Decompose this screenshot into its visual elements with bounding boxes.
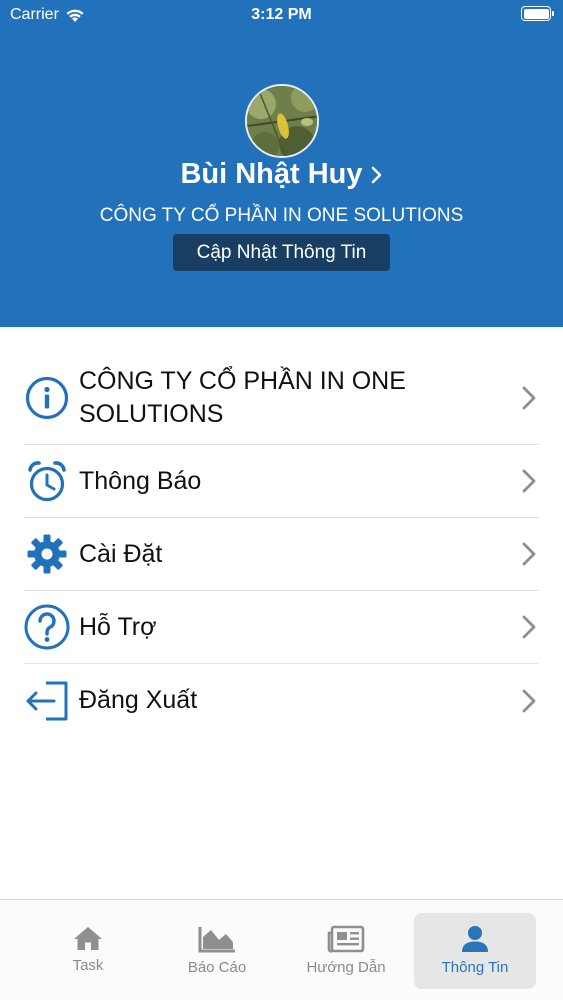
menu-item-notifications[interactable]: Thông Báo xyxy=(24,445,539,518)
battery-icon xyxy=(521,6,554,21)
chevron-right-icon xyxy=(522,689,536,712)
user-icon xyxy=(462,926,488,952)
status-time: 3:12 PM xyxy=(251,6,312,23)
menu-item-settings[interactable]: Cài Đặt xyxy=(24,518,539,591)
update-info-button[interactable]: Cập Nhật Thông Tin xyxy=(173,234,390,271)
menu-item-support[interactable]: Hỗ Trợ xyxy=(24,591,539,664)
area-chart-icon xyxy=(198,927,235,953)
menu-item-logout[interactable]: Đăng Xuất xyxy=(24,664,539,737)
tab-label: Thông Tin xyxy=(441,959,509,976)
tab-bar: Task Báo Cáo Hướng Dẫn Thông Tin xyxy=(0,899,563,1000)
menu-item-label: Thông Báo xyxy=(79,466,202,495)
gear-icon xyxy=(24,531,70,577)
menu-item-company[interactable]: CÔNG TY CỔ PHẦN IN ONE SOLUTIONS xyxy=(24,352,539,445)
chevron-right-icon xyxy=(522,469,536,493)
chevron-right-icon xyxy=(522,386,536,410)
newspaper-icon xyxy=(327,925,365,953)
home-icon xyxy=(74,927,102,950)
info-icon xyxy=(24,375,70,421)
avatar[interactable] xyxy=(245,84,319,158)
profile-name: Bùi Nhật Huy xyxy=(180,158,363,190)
menu-item-label: CÔNG TY CỔ PHẦN IN ONE SOLUTIONS xyxy=(79,367,406,428)
tab-label: Hướng Dẫn xyxy=(306,959,386,976)
tab-label: Báo Cáo xyxy=(187,959,247,976)
profile-company: CÔNG TY CỔ PHẦN IN ONE SOLUTIONS xyxy=(99,205,464,226)
menu-item-label: Hỗ Trợ xyxy=(79,612,157,641)
settings-menu: CÔNG TY CỔ PHẦN IN ONE SOLUTIONS Thông B… xyxy=(0,352,563,737)
question-icon xyxy=(24,604,70,650)
menu-item-label: Cài Đặt xyxy=(79,539,163,568)
status-bar: Carrier 3:12 PM xyxy=(0,0,563,30)
profile-name-link[interactable]: Bùi Nhật Huy xyxy=(0,158,563,191)
chevron-right-icon xyxy=(371,166,381,183)
tab-label: Task xyxy=(72,957,104,974)
menu-item-label: Đăng Xuất xyxy=(79,686,198,714)
alarm-clock-icon xyxy=(24,458,70,504)
chevron-right-icon xyxy=(522,615,536,639)
chevron-right-icon xyxy=(522,542,536,566)
tab-guide[interactable]: Hướng Dẫn xyxy=(285,913,407,989)
profile-header: Carrier 3:12 PM Bùi Nhật Huy CÔNG TY CỔ … xyxy=(0,0,563,327)
tab-info[interactable]: Thông Tin xyxy=(414,913,536,989)
tab-task[interactable]: Task xyxy=(27,913,149,989)
tab-reports[interactable]: Báo Cáo xyxy=(156,913,278,989)
logout-icon xyxy=(24,678,70,724)
